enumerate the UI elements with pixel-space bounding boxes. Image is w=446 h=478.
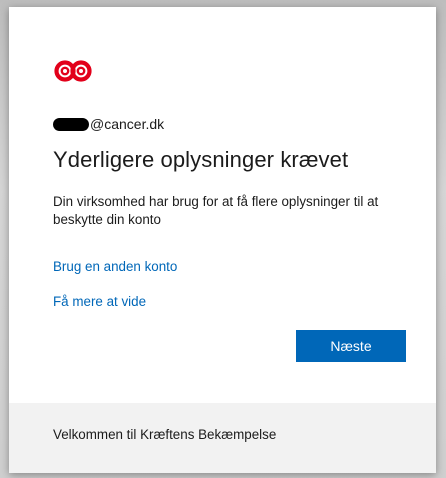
kraeftens-bekaempelse-logo-icon bbox=[54, 60, 92, 82]
redacted-username bbox=[53, 117, 89, 131]
dialog-content: @cancer.dk Yderligere oplysninger krævet… bbox=[9, 7, 436, 403]
account-identity: @cancer.dk bbox=[53, 114, 164, 134]
next-button[interactable]: Næste bbox=[296, 330, 406, 362]
footer-banner: Velkommen til Kræftens Bekæmpelse bbox=[9, 403, 436, 473]
account-email-suffix: @cancer.dk bbox=[90, 116, 165, 132]
learn-more-link[interactable]: Få mere at vide bbox=[53, 294, 146, 309]
page-title: Yderligere oplysninger krævet bbox=[53, 147, 349, 172]
sign-in-dialog: @cancer.dk Yderligere oplysninger krævet… bbox=[9, 7, 436, 473]
page-description: Din virksomhed har brug for at få flere … bbox=[53, 194, 379, 227]
use-other-account-link[interactable]: Brug en anden konto bbox=[53, 259, 177, 274]
footer-welcome-text: Velkommen til Kræftens Bekæmpelse bbox=[53, 427, 277, 442]
